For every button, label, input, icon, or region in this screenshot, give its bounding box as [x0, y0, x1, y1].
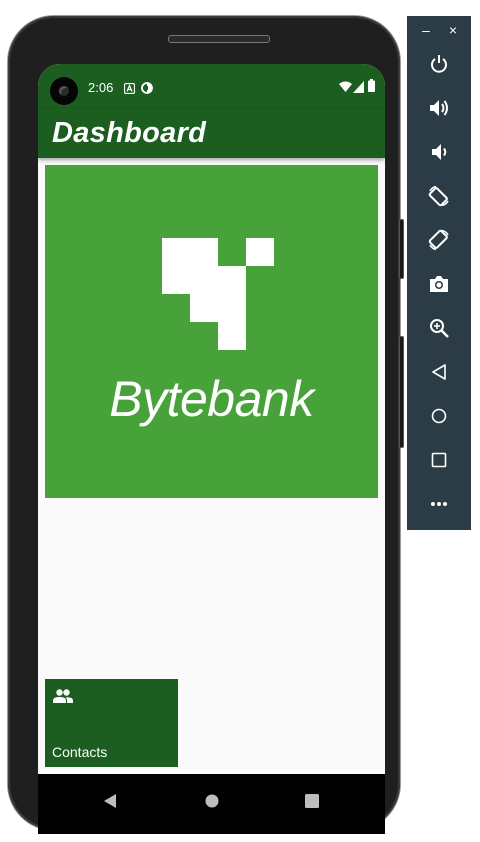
- front-camera: [50, 77, 78, 105]
- page-title: Dashboard: [52, 117, 207, 149]
- camera-icon: [430, 276, 448, 292]
- home-icon: [431, 408, 447, 424]
- rotate-right-icon: [428, 229, 449, 251]
- overview-icon: [431, 452, 447, 468]
- emulator-overview-button[interactable]: [407, 441, 471, 479]
- volume-up-button[interactable]: [407, 89, 471, 127]
- volume-up-icon: [430, 100, 448, 116]
- close-button[interactable]: ×: [442, 22, 464, 42]
- zoom-button[interactable]: [407, 309, 471, 347]
- power-button[interactable]: [407, 45, 471, 83]
- side-button-upper: [399, 219, 404, 279]
- power-icon: [431, 55, 447, 73]
- volume-down-icon: [432, 144, 447, 160]
- nav-home-icon[interactable]: [205, 794, 219, 813]
- rotate-left-icon: [428, 185, 449, 207]
- status-time: 2:06: [88, 80, 114, 95]
- emulator-more-button[interactable]: [407, 485, 471, 523]
- side-button-lower: [399, 336, 404, 448]
- more-icon: [431, 502, 447, 506]
- nav-recents-icon[interactable]: [305, 794, 319, 813]
- contacts-button[interactable]: Contacts: [45, 679, 178, 767]
- app-bar: Dashboard: [38, 109, 385, 158]
- bytebank-logo: Bytebank: [45, 165, 378, 498]
- battery-icon: [368, 79, 375, 97]
- signal-icon: [353, 80, 364, 98]
- bytebank-wordmark: Bytebank: [109, 371, 314, 427]
- notification-a-icon: [123, 81, 136, 99]
- minimize-button[interactable]: –: [415, 22, 437, 42]
- wifi-icon: [339, 80, 352, 98]
- emulator-home-button[interactable]: [407, 397, 471, 435]
- device-screen: 2:06 Dashboard Bytebank Contacts: [38, 64, 385, 834]
- rotate-right-button[interactable]: [407, 221, 471, 259]
- zoom-icon: [430, 319, 449, 338]
- nav-back-icon[interactable]: [104, 794, 116, 813]
- system-nav-bar: [38, 774, 385, 834]
- people-icon: [53, 689, 73, 708]
- emulator-back-button[interactable]: [407, 353, 471, 391]
- earpiece: [168, 35, 270, 43]
- screenshot-button[interactable]: [407, 265, 471, 303]
- status-bar: 2:06: [38, 64, 385, 109]
- back-icon: [432, 364, 446, 380]
- rotate-left-button[interactable]: [407, 177, 471, 215]
- volume-down-button[interactable]: [407, 133, 471, 171]
- bytebank-logo-mark: [162, 238, 274, 350]
- contacts-label: Contacts: [52, 744, 108, 760]
- data-saver-icon: [141, 81, 153, 99]
- phone-frame: 2:06 Dashboard Bytebank Contacts: [8, 16, 404, 834]
- emulator-side-panel: – ×: [407, 16, 471, 530]
